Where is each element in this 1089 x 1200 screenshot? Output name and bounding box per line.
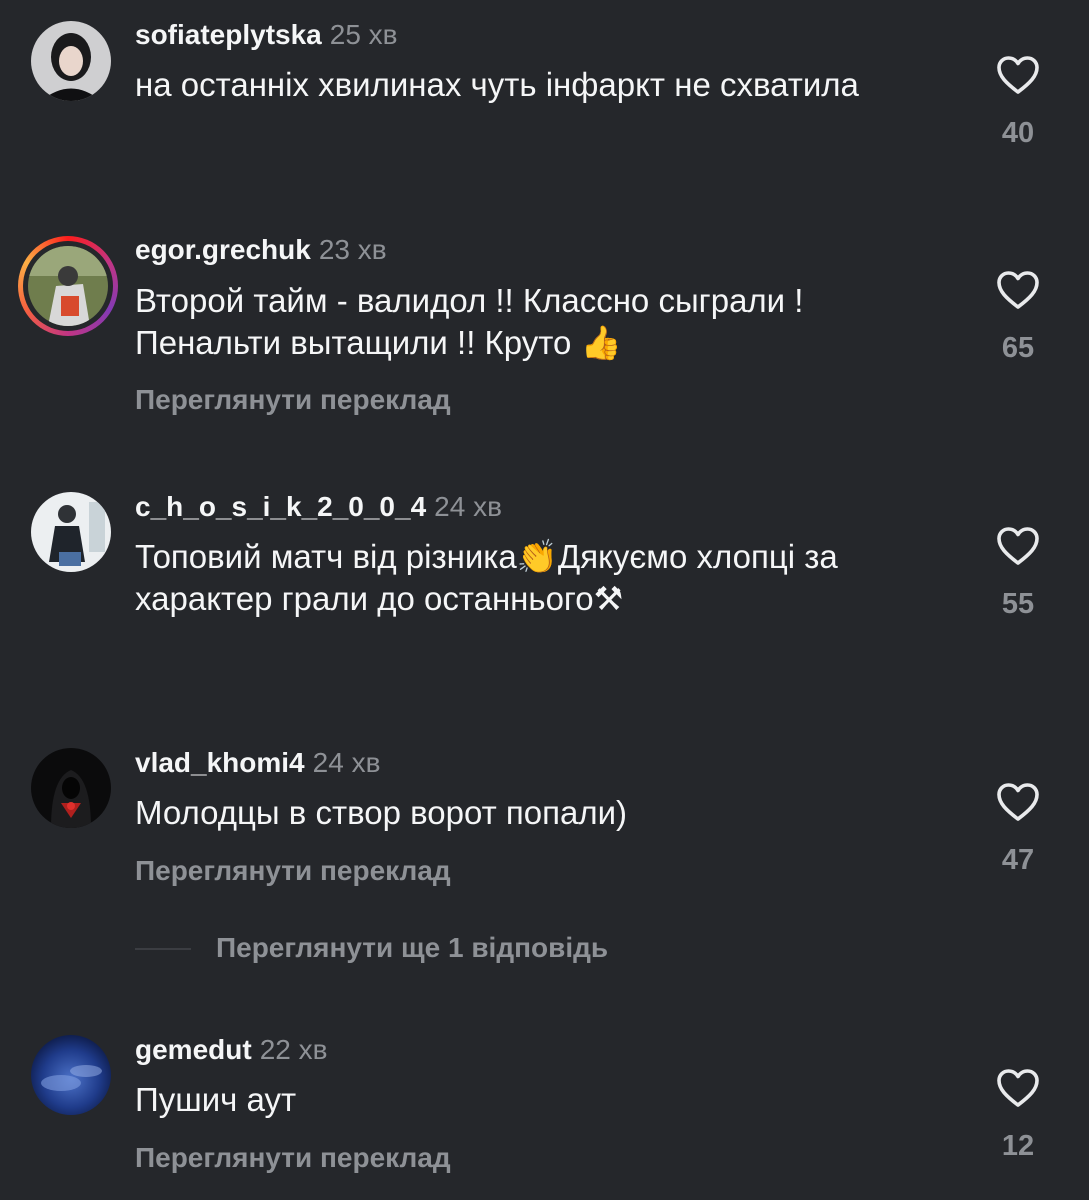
view-replies-link[interactable]: Переглянути ще 1 відповідь xyxy=(216,931,608,965)
comment-text: Второй тайм - валидол !! Классно сыграли… xyxy=(135,280,955,364)
heart-outline-icon[interactable] xyxy=(996,526,1040,566)
like-count: 12 xyxy=(1001,1130,1035,1162)
clapping-emoji: 👏 xyxy=(516,537,558,576)
hammer-pick-emoji: ⚒ xyxy=(593,579,624,618)
comment-text: Пушич аут xyxy=(135,1081,297,1118)
username[interactable]: sofiateplytska xyxy=(135,19,322,50)
see-translation-link[interactable]: Переглянути переклад xyxy=(135,1141,451,1175)
heart-outline-icon[interactable] xyxy=(996,782,1040,822)
comment-text: Молодцы в створ ворот попали) xyxy=(135,794,628,831)
avatar[interactable] xyxy=(31,492,111,572)
avatar[interactable] xyxy=(31,748,111,828)
comment-text-line: Второй тайм - валидол !! Классно сыграли… xyxy=(135,282,804,319)
comment-text-span: характер грали до останнього xyxy=(135,580,594,617)
comment-text-span: Пенальти вытащили !! Круто xyxy=(135,324,572,361)
comment-text: Топовий матч від різника👏Дякуємо хлопці … xyxy=(135,536,955,620)
avatar[interactable] xyxy=(31,21,111,101)
comment-text-line: Пенальти вытащили !! Круто 👍 xyxy=(135,322,955,364)
like-count: 47 xyxy=(1001,844,1035,876)
avatar[interactable] xyxy=(31,1035,111,1115)
story-ring[interactable] xyxy=(18,236,118,336)
timestamp: 23 хв xyxy=(318,234,387,265)
comment-header: c_h_o_s_i_k_2_0_0_4 24 хв xyxy=(135,490,502,524)
comment-header: vlad_khomi4 24 хв xyxy=(135,746,380,780)
comment-text-span: Дякуємо хлопці за xyxy=(557,538,838,575)
username[interactable]: c_h_o_s_i_k_2_0_0_4 xyxy=(135,491,426,522)
avatar xyxy=(28,246,108,326)
username[interactable]: egor.grechuk xyxy=(135,234,311,265)
username[interactable]: vlad_khomi4 xyxy=(135,747,305,778)
heart-outline-icon[interactable] xyxy=(996,55,1040,95)
like-count: 40 xyxy=(1001,117,1035,149)
comment-text-line: характер грали до останнього⚒ xyxy=(135,578,955,620)
username[interactable]: gemedut xyxy=(135,1034,252,1065)
comment-text-line: Топовий матч від різника👏Дякуємо хлопці … xyxy=(135,536,955,578)
comment-header: sofiateplytska 25 хв xyxy=(135,18,398,52)
see-translation-link[interactable]: Переглянути переклад xyxy=(135,854,451,888)
see-translation-link[interactable]: Переглянути переклад xyxy=(135,383,451,417)
comment-header: egor.grechuk 23 хв xyxy=(135,233,387,267)
heart-outline-icon[interactable] xyxy=(996,270,1040,310)
comment-text-span: Топовий матч від різника xyxy=(135,538,517,575)
thumbs-up-emoji: 👍 xyxy=(580,323,622,362)
timestamp: 22 хв xyxy=(259,1034,328,1065)
comment-text: на останніх хвилинах чуть інфаркт не схв… xyxy=(135,66,859,103)
timestamp: 24 хв xyxy=(434,491,502,522)
heart-outline-icon[interactable] xyxy=(996,1068,1040,1108)
like-count: 55 xyxy=(1001,588,1035,620)
timestamp: 24 хв xyxy=(312,747,381,778)
comment-header: gemedut 22 хв xyxy=(135,1033,328,1067)
timestamp: 25 хв xyxy=(329,19,398,50)
like-count: 65 xyxy=(1001,332,1035,364)
replies-divider xyxy=(135,948,191,950)
